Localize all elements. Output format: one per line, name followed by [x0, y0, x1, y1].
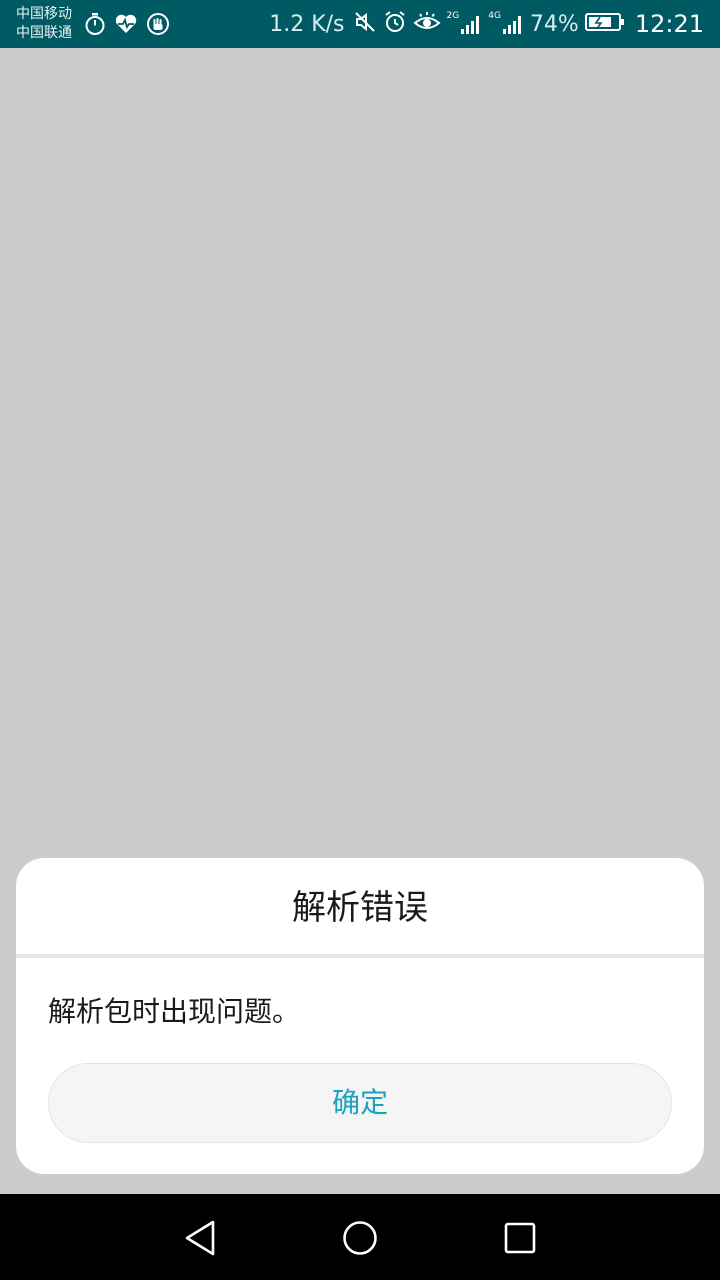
back-button[interactable]	[176, 1214, 224, 1262]
confirm-button[interactable]: 确定	[48, 1063, 672, 1143]
carrier-info: 中国移动 中国联通	[16, 5, 72, 43]
signal-icon	[502, 16, 521, 34]
notification-icons	[84, 12, 170, 40]
clock: 12:21	[634, 10, 704, 38]
sim2-network-label: 4G	[488, 11, 501, 21]
net-speed: 1.2 K/s	[269, 11, 345, 37]
home-button[interactable]	[336, 1214, 384, 1262]
heart-rate-icon	[114, 12, 138, 40]
dialog-title: 解析错误	[292, 888, 428, 928]
battery-charging-icon	[584, 11, 625, 37]
hand-icon	[146, 12, 170, 40]
carrier-1-label: 中国移动	[16, 6, 72, 22]
carrier-2-label: 中国联通	[16, 25, 72, 41]
navigation-bar	[0, 1194, 720, 1280]
dialog-message: 解析包时出现问题。	[48, 995, 301, 1028]
signal-icon	[461, 16, 480, 34]
home-icon	[343, 1221, 377, 1255]
dialog-divider	[16, 954, 704, 958]
alarm-icon	[383, 10, 407, 38]
mute-icon	[353, 10, 377, 38]
sim1-network-label: 2G	[446, 11, 460, 21]
status-right: 1.2 K/s 2G 4G 74% 12:21	[269, 0, 704, 48]
back-icon	[185, 1220, 215, 1256]
battery-percent: 74%	[529, 11, 579, 37]
sim1-signal: 2G	[446, 11, 483, 35]
error-dialog: 解析错误 解析包时出现问题。 确定	[16, 858, 704, 1174]
sim2-signal: 4G	[488, 11, 524, 35]
recents-button[interactable]	[496, 1214, 544, 1262]
stopwatch-icon	[84, 12, 106, 40]
status-bar: 中国移动 中国联通 1.2 K/s 2G 4G 74% 12:21	[0, 0, 720, 48]
recents-icon	[504, 1222, 536, 1254]
eye-comfort-icon	[412, 10, 441, 38]
